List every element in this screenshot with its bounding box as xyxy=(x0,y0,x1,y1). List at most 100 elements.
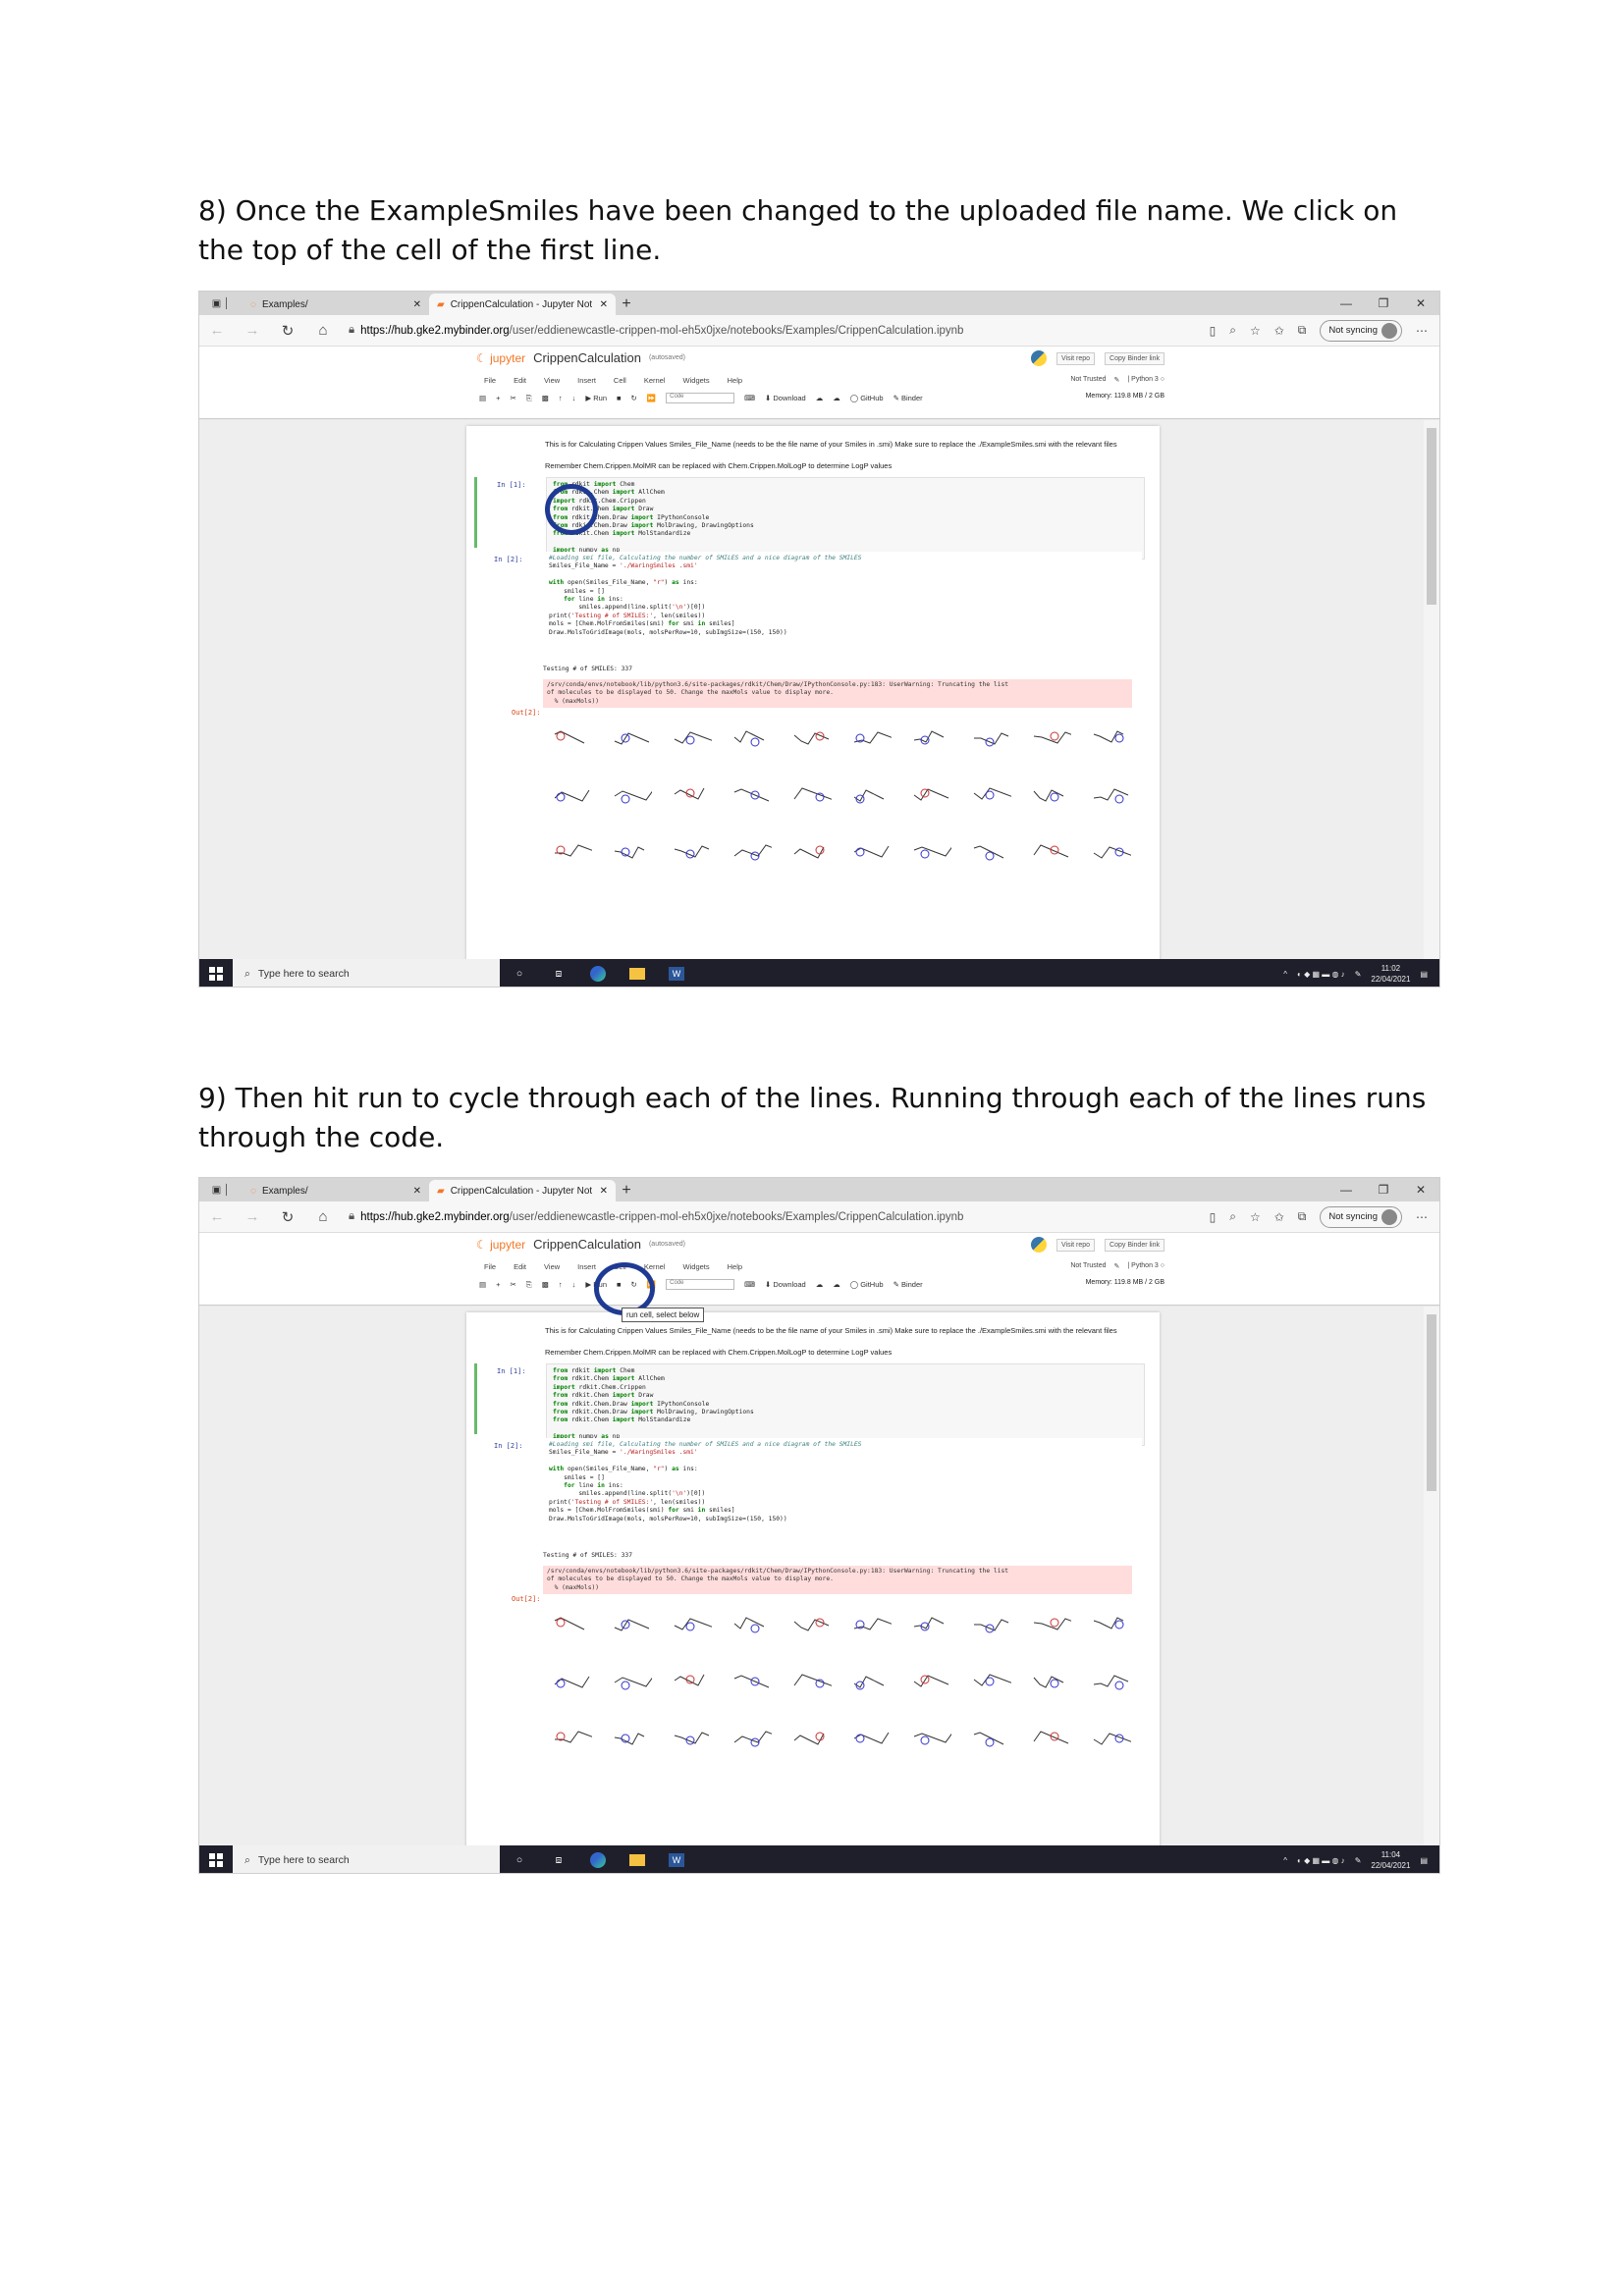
menu-edit[interactable]: Edit xyxy=(514,1262,526,1271)
sync-button[interactable]: Not syncing xyxy=(1320,1205,1402,1228)
download-button[interactable]: ⬇ Download xyxy=(765,1280,806,1289)
notebook-name[interactable]: CrippenCalculation xyxy=(533,350,641,365)
windows-start-icon[interactable] xyxy=(199,967,233,981)
move-up-icon[interactable]: ↑ xyxy=(559,394,563,402)
cut-icon[interactable]: ✂ xyxy=(510,394,515,402)
paste-icon[interactable]: ▩ xyxy=(542,394,549,402)
edge-icon[interactable] xyxy=(578,966,618,982)
save-icon[interactable]: ▤ xyxy=(479,394,486,402)
minimize-icon[interactable]: — xyxy=(1327,1178,1365,1201)
favorites-icon[interactable]: ✩ xyxy=(1274,324,1284,338)
clock[interactable]: 11:02 22/04/2021 xyxy=(1371,963,1410,985)
paste-icon[interactable]: ▩ xyxy=(542,1280,549,1289)
url-field[interactable]: 🔒︎ https://hub.gke2.mybinder.org/user/ed… xyxy=(349,1210,1114,1223)
minimize-icon[interactable]: — xyxy=(1327,292,1365,315)
pencil-icon[interactable]: ✎ xyxy=(1114,376,1120,384)
refresh-icon[interactable]: ↻ xyxy=(270,322,305,340)
copy-icon[interactable]: ⎘ xyxy=(526,394,532,403)
cell-2-code[interactable]: #Loading smi file, Calculating the numbe… xyxy=(543,1438,1142,1527)
tray-chevron-icon[interactable]: ^ xyxy=(1283,970,1287,979)
tray-icons[interactable]: ◐ ◆ ▦ ▬ ◍ ♪ xyxy=(1297,970,1345,979)
close-icon[interactable]: ✕ xyxy=(413,1186,421,1197)
task-view-icon[interactable]: ⧈ xyxy=(539,968,578,981)
cell-type-select[interactable]: Code xyxy=(666,393,735,403)
collections-icon[interactable]: ⧉ xyxy=(1298,1209,1307,1224)
pen-icon[interactable]: ✎ xyxy=(1355,970,1362,979)
tab-crippen[interactable]: ▰ CrippenCalculation - Jupyter Not ✕ xyxy=(429,294,616,315)
menu-file[interactable]: File xyxy=(484,1262,496,1271)
github-button[interactable]: ◯ GitHub xyxy=(850,1280,884,1289)
jupyter-logo[interactable]: ☾ jupyter xyxy=(476,1238,525,1252)
collections-icon[interactable]: ⧉ xyxy=(1298,323,1307,338)
window-close-icon[interactable]: ✕ xyxy=(1402,292,1439,315)
menu-help[interactable]: Help xyxy=(728,1262,742,1271)
menu-help[interactable]: Help xyxy=(728,376,742,385)
save-icon[interactable]: ▤ xyxy=(479,1280,486,1289)
tab-actions-icon[interactable]: ▣ │ xyxy=(199,1178,243,1201)
more-icon[interactable]: ⋯ xyxy=(1416,1210,1428,1224)
favorite-add-icon[interactable]: ☆ xyxy=(1250,324,1261,338)
fast-forward-icon[interactable]: ⏩ xyxy=(647,394,656,402)
restore-icon[interactable]: ❐ xyxy=(1365,292,1402,315)
copy-binder-link-button[interactable]: Copy Binder link xyxy=(1105,351,1164,365)
restore-icon[interactable]: ❐ xyxy=(1365,1178,1402,1201)
binder-button[interactable]: ✎ Binder xyxy=(893,1280,923,1289)
cloud-icon[interactable]: ☁ xyxy=(833,1280,840,1289)
keyboard-icon[interactable]: ⌨ xyxy=(744,394,755,402)
menu-cell[interactable]: Cell xyxy=(614,376,626,385)
pen-icon[interactable]: ✎ xyxy=(1355,1856,1362,1865)
back-icon[interactable]: ← xyxy=(199,322,235,339)
tab-examples[interactable]: ◌ Examples/ ✕ xyxy=(243,1180,429,1201)
reader-icon[interactable]: ▯ xyxy=(1210,1210,1217,1224)
forward-icon[interactable]: → xyxy=(235,322,270,339)
cell-1-code[interactable]: from rdkit import Chem from rdkit.Chem i… xyxy=(546,477,1145,560)
visit-repo-button[interactable]: Visit repo xyxy=(1056,351,1096,365)
jupyter-logo[interactable]: ☾ jupyter xyxy=(476,351,525,365)
favorite-add-icon[interactable]: ☆ xyxy=(1250,1210,1261,1224)
menu-view[interactable]: View xyxy=(544,376,560,385)
download-button[interactable]: ⬇ Download xyxy=(765,394,806,402)
visit-repo-button[interactable]: Visit repo xyxy=(1056,1238,1096,1252)
cell-1-code[interactable]: from rdkit import Chem from rdkit.Chem i… xyxy=(546,1363,1145,1446)
menu-view[interactable]: View xyxy=(544,1262,560,1271)
file-explorer-icon[interactable] xyxy=(618,1854,657,1866)
tab-crippen[interactable]: ▰ CrippenCalculation - Jupyter Not ✕ xyxy=(429,1180,616,1201)
menu-edit[interactable]: Edit xyxy=(514,376,526,385)
binder-button[interactable]: ✎ Binder xyxy=(893,394,923,402)
more-icon[interactable]: ⋯ xyxy=(1416,324,1428,338)
pencil-icon[interactable]: ✎ xyxy=(1114,1262,1120,1270)
move-down-icon[interactable]: ↓ xyxy=(572,1280,576,1289)
scrollbar-thumb[interactable] xyxy=(1427,428,1436,605)
tray-chevron-icon[interactable]: ^ xyxy=(1283,1856,1287,1865)
notification-icon[interactable]: ▤ xyxy=(1420,1856,1428,1865)
notebook-name[interactable]: CrippenCalculation xyxy=(533,1237,641,1252)
github-button[interactable]: ◯ GitHub xyxy=(850,394,884,402)
url-field[interactable]: 🔒︎ https://hub.gke2.mybinder.org/user/ed… xyxy=(349,324,1114,337)
clock[interactable]: 11:04 22/04/2021 xyxy=(1371,1849,1410,1871)
word-icon[interactable]: W xyxy=(657,1853,696,1867)
menu-widgets[interactable]: Widgets xyxy=(683,376,710,385)
forward-icon[interactable]: → xyxy=(235,1208,270,1225)
task-view-icon[interactable]: ⧈ xyxy=(539,1854,578,1867)
stop-icon[interactable]: ■ xyxy=(617,394,622,402)
menu-insert[interactable]: Insert xyxy=(577,1262,596,1271)
home-icon[interactable]: ⌂ xyxy=(305,322,341,339)
upload-icon[interactable]: ☁ xyxy=(816,394,824,402)
taskbar-search-input[interactable]: ⌕ Type here to search xyxy=(233,959,500,987)
notification-icon[interactable]: ▤ xyxy=(1420,970,1428,979)
cortana-icon[interactable]: ○ xyxy=(500,968,539,980)
refresh-icon[interactable]: ↻ xyxy=(270,1208,305,1226)
code-cell-2[interactable]: In [2]: #Loading smi file, Calculating t… xyxy=(474,552,1152,861)
sync-button[interactable]: Not syncing xyxy=(1320,319,1402,342)
close-icon[interactable]: ✕ xyxy=(600,1186,608,1197)
code-cell-2[interactable]: In [2]: #Loading smi file, Calculating t… xyxy=(474,1438,1152,1747)
favorites-icon[interactable]: ✩ xyxy=(1274,1210,1284,1224)
menu-file[interactable]: File xyxy=(484,376,496,385)
new-tab-icon[interactable]: + xyxy=(616,294,637,315)
add-cell-icon[interactable]: + xyxy=(496,394,500,402)
cloud-icon[interactable]: ☁ xyxy=(833,394,840,402)
add-cell-icon[interactable]: + xyxy=(496,1280,500,1289)
edge-icon[interactable] xyxy=(578,1852,618,1868)
scrollbar-thumb[interactable] xyxy=(1427,1314,1436,1491)
not-trusted-indicator[interactable]: Not Trusted xyxy=(1070,1262,1106,1270)
